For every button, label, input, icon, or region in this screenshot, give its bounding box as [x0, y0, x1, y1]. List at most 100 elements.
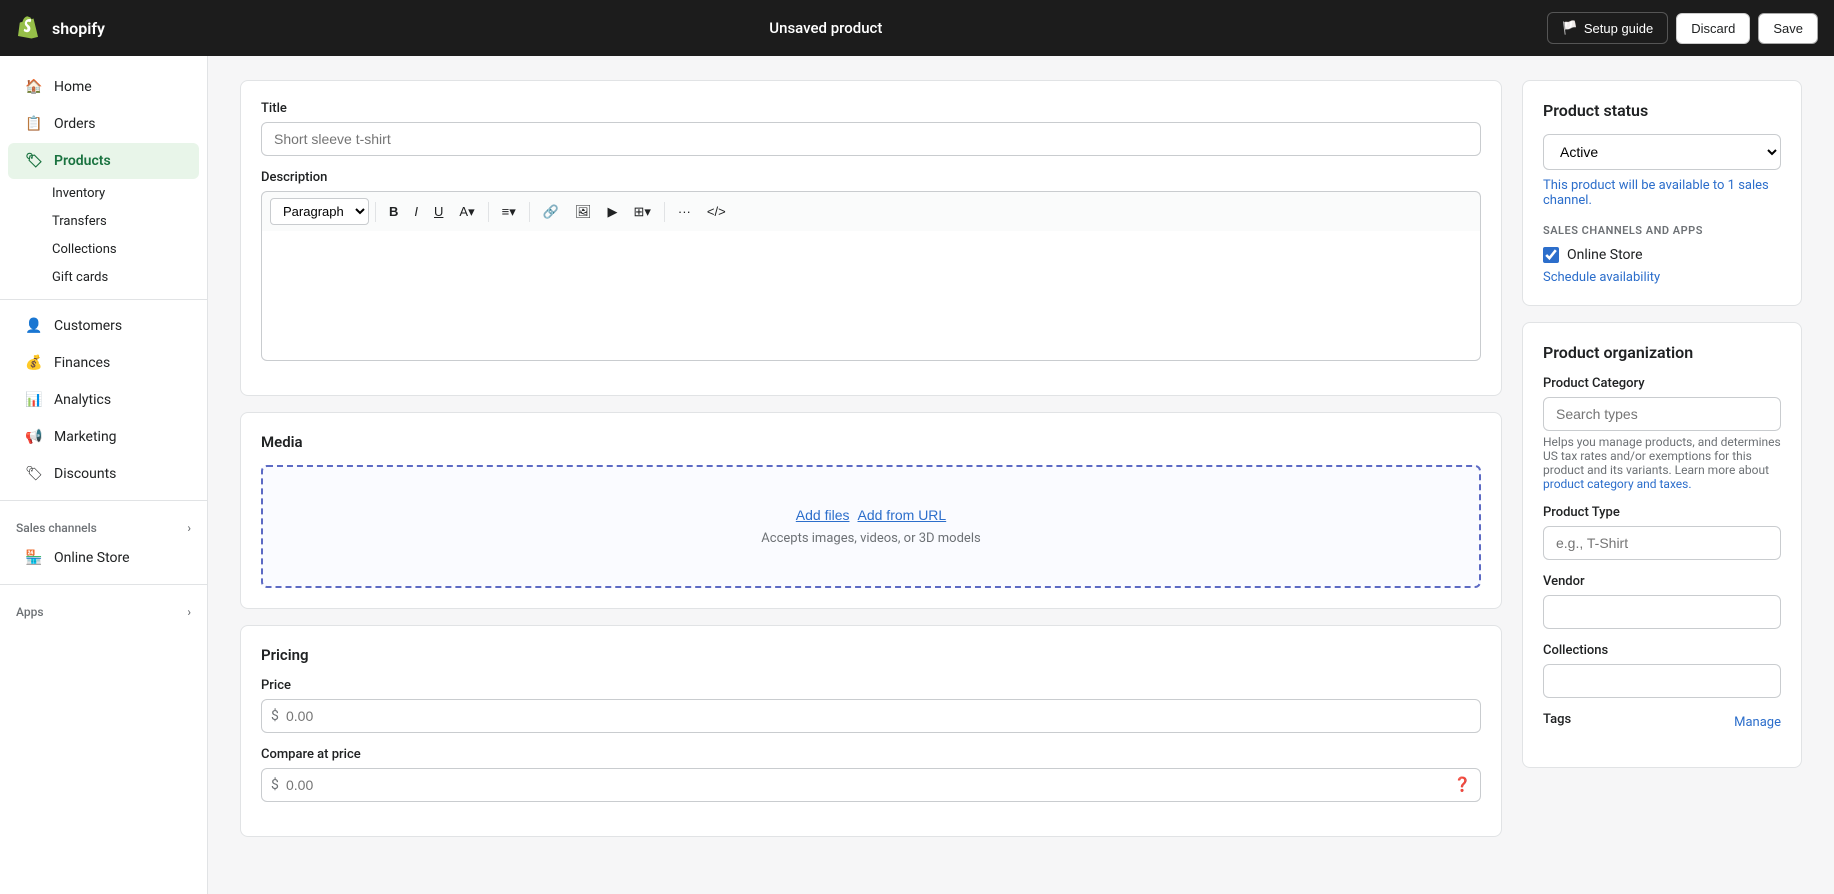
vendor-input[interactable]	[1543, 595, 1781, 629]
collections-org-label: Collections	[1543, 643, 1781, 658]
sidebar-item-home[interactable]: 🏠 Home	[8, 69, 199, 105]
topbar-actions: 🏳️ Setup guide Discard Save	[1547, 12, 1818, 44]
rte-italic-button[interactable]: I	[407, 200, 425, 223]
chevron-right-icon[interactable]: ›	[187, 521, 191, 535]
category-label: Product Category	[1543, 376, 1781, 391]
title-label: Title	[261, 101, 1481, 116]
description-editor[interactable]	[261, 231, 1481, 361]
title-field-group: Title	[261, 101, 1481, 156]
tags-row: Tags Manage	[1543, 712, 1781, 733]
sidebar: 🏠 Home 📋 Orders 🏷 Products Inventory Tra…	[0, 56, 208, 894]
online-store-label: Online Store	[1567, 247, 1643, 263]
discounts-icon: 🏷	[24, 464, 44, 484]
category-help-text: Helps you manage products, and determine…	[1543, 435, 1781, 491]
brand-logo: shopify	[16, 14, 105, 42]
sidebar-item-discounts[interactable]: 🏷 Discounts	[8, 456, 199, 492]
add-files-button[interactable]: Add files	[796, 507, 850, 523]
price-label: Price	[261, 678, 1481, 693]
page-title-topbar: Unsaved product	[769, 19, 882, 37]
rte-color-button[interactable]: A▾	[452, 200, 481, 224]
collections-input[interactable]	[1543, 664, 1781, 698]
rte-divider-4	[664, 202, 665, 222]
rte-toolbar: Paragraph Heading 1 Heading 2 B I U A▾ ≡…	[261, 191, 1481, 231]
price-help-icon[interactable]: ❓	[1454, 777, 1471, 793]
sidebar-item-gift-cards[interactable]: Gift cards	[8, 264, 199, 291]
compare-at-price-input[interactable]	[261, 768, 1481, 802]
brand-name: shopify	[52, 19, 105, 38]
add-from-url-button[interactable]: Add from URL	[858, 507, 947, 523]
manage-tags-link[interactable]: Manage	[1734, 715, 1781, 730]
tags-label: Tags	[1543, 712, 1571, 727]
rte-code-button[interactable]: </>	[700, 200, 733, 223]
collections-field-group: Collections	[1543, 643, 1781, 698]
main-content: ← Add product Title Description Paragrap…	[208, 0, 1834, 861]
sidebar-item-collections[interactable]: Collections	[8, 236, 199, 263]
sidebar-item-finances[interactable]: 💰 Finances	[8, 345, 199, 381]
sidebar-divider-3	[0, 584, 207, 585]
media-dropzone[interactable]: Add files Add from URL Accepts images, v…	[261, 465, 1481, 588]
price-input[interactable]	[261, 699, 1481, 733]
sidebar-item-orders[interactable]: 📋 Orders	[8, 106, 199, 142]
products-icon: 🏷	[24, 151, 44, 171]
tags-field-group: Tags Manage	[1543, 712, 1781, 733]
description-label: Description	[261, 170, 1481, 185]
title-description-card: Title Description Paragraph Heading 1 He…	[240, 80, 1502, 396]
rte-bold-button[interactable]: B	[382, 200, 405, 223]
apps-header: Apps ›	[0, 593, 207, 623]
product-type-label: Product Type	[1543, 505, 1781, 520]
product-type-field-group: Product Type	[1543, 505, 1781, 560]
price-field-group: Price $	[261, 678, 1481, 733]
media-card: Media Add files Add from URL Accepts ima…	[240, 412, 1502, 609]
analytics-icon: 📊	[24, 390, 44, 410]
topbar: shopify Unsaved product 🏳️ Setup guide D…	[0, 0, 1834, 56]
discard-button[interactable]: Discard	[1676, 13, 1750, 44]
category-help-link[interactable]: product category and taxes.	[1543, 477, 1692, 491]
content-layout: Title Description Paragraph Heading 1 He…	[240, 80, 1802, 837]
category-input[interactable]	[1543, 397, 1781, 431]
side-column: Product status Active Draft This product…	[1522, 80, 1802, 768]
pricing-card: Pricing Price $ Compare at price $ ❓	[240, 625, 1502, 837]
flag-icon: 🏳️	[1562, 20, 1578, 36]
sidebar-item-marketing[interactable]: 📢 Marketing	[8, 419, 199, 455]
sidebar-item-customers[interactable]: 👤 Customers	[8, 308, 199, 344]
orders-icon: 📋	[24, 114, 44, 134]
rte-more-button[interactable]: ···	[671, 200, 698, 223]
rte-divider-2	[488, 202, 489, 222]
rte-align-button[interactable]: ≡▾	[495, 200, 523, 224]
product-type-input[interactable]	[1543, 526, 1781, 560]
sidebar-item-transfers[interactable]: Transfers	[8, 208, 199, 235]
schedule-availability-link[interactable]: Schedule availability	[1543, 270, 1660, 285]
status-select[interactable]: Active Draft	[1543, 134, 1781, 170]
title-input[interactable]	[261, 122, 1481, 156]
sales-channels-section: SALES CHANNELS AND APPS Online Store Sch…	[1543, 224, 1781, 285]
compare-price-input-wrap: $ ❓	[261, 768, 1481, 802]
pricing-title: Pricing	[261, 646, 1481, 664]
sidebar-item-online-store[interactable]: 🏪 Online Store	[8, 540, 199, 576]
rte-image-button[interactable]: 🖼	[568, 200, 599, 224]
sidebar-item-analytics[interactable]: 📊 Analytics	[8, 382, 199, 418]
compare-currency-symbol: $	[271, 777, 279, 793]
compare-price-field-group: Compare at price $ ❓	[261, 747, 1481, 802]
media-actions: Add files Add from URL	[796, 507, 946, 523]
rte-format-select[interactable]: Paragraph Heading 1 Heading 2	[270, 198, 369, 225]
home-icon: 🏠	[24, 77, 44, 97]
rte-link-button[interactable]: 🔗	[536, 200, 566, 224]
product-organization-title: Product organization	[1543, 343, 1781, 362]
online-store-checkbox[interactable]	[1543, 247, 1559, 263]
store-icon: 🏪	[24, 548, 44, 568]
rte-underline-button[interactable]: U	[427, 200, 450, 223]
currency-symbol: $	[271, 708, 279, 724]
rte-divider-1	[375, 202, 376, 222]
rte-video-button[interactable]: ▶	[600, 200, 624, 224]
vendor-label: Vendor	[1543, 574, 1781, 589]
marketing-icon: 📢	[24, 427, 44, 447]
rte-table-button[interactable]: ⊞▾	[626, 200, 657, 224]
save-button[interactable]: Save	[1758, 13, 1818, 44]
setup-guide-button[interactable]: 🏳️ Setup guide	[1547, 12, 1669, 44]
chevron-right-icon-apps[interactable]: ›	[187, 605, 191, 619]
sidebar-item-products[interactable]: 🏷 Products	[8, 143, 199, 179]
product-status-card: Product status Active Draft This product…	[1522, 80, 1802, 306]
product-organization-card: Product organization Product Category He…	[1522, 322, 1802, 768]
sales-channels-header: Sales channels ›	[0, 509, 207, 539]
sidebar-item-inventory[interactable]: Inventory	[8, 180, 199, 207]
